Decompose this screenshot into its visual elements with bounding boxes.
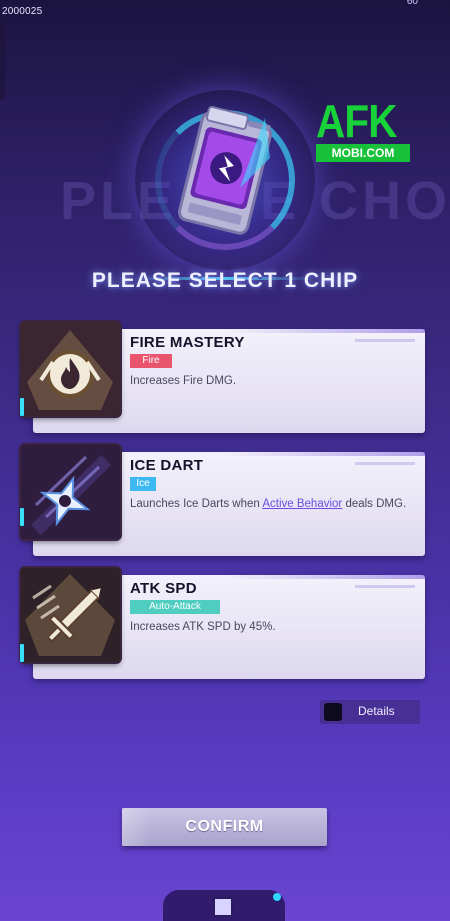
ice-dart-icon-frame[interactable] (21, 445, 120, 539)
chip-tag: Auto-Attack (130, 600, 220, 614)
left-edge-panel (0, 20, 5, 100)
active-behavior-link[interactable]: Active Behavior (262, 498, 342, 510)
selection-indicator (20, 644, 24, 662)
card-stripe (355, 339, 415, 342)
chip-description: Increases Fire DMG. (130, 375, 237, 387)
card-stripe (225, 329, 425, 333)
notification-dot (273, 893, 281, 901)
atk-spd-icon-frame[interactable] (21, 568, 120, 662)
player-id: 2000025 (2, 6, 43, 17)
card-stripe (225, 452, 425, 456)
corner-counter: 60 (406, 0, 418, 7)
details-toggle[interactable]: Details (320, 700, 420, 724)
chip-emblem (115, 80, 335, 280)
chip-icon (177, 105, 273, 235)
afk-logo-word: AFK (316, 95, 397, 147)
chip-name: FIRE MASTERY (130, 334, 245, 351)
chip-name: ICE DART (130, 457, 204, 474)
chip-icon (213, 897, 233, 917)
chip-tag: Fire (130, 354, 172, 368)
chip-description: Launches Ice Darts when Active Behavior … (130, 496, 418, 513)
card-stripe (355, 585, 415, 588)
card-stripe (225, 575, 425, 579)
details-checkbox[interactable] (324, 703, 342, 721)
bottom-chip-tab[interactable] (163, 890, 285, 921)
desc-text: deals DMG. (342, 498, 407, 510)
flame-emblem-icon (21, 322, 120, 416)
afk-logo-sub: MOBI.COM (316, 144, 410, 162)
sword-icon (21, 568, 120, 662)
shuriken-icon (21, 445, 120, 539)
page-title: PLEASE SELECT 1 CHIP (91, 269, 359, 292)
details-label: Details (358, 704, 395, 718)
fire-mastery-icon-frame[interactable] (21, 322, 120, 416)
selection-indicator (20, 398, 24, 416)
card-stripe (355, 462, 415, 465)
chip-tag: Ice (130, 477, 156, 491)
chip-description: Increases ATK SPD by 45%. (130, 621, 276, 633)
chip-name: ATK SPD (130, 580, 197, 597)
desc-text: Launches Ice Darts when (130, 498, 263, 510)
confirm-button[interactable]: CONFIRM (122, 808, 327, 846)
selection-indicator (20, 508, 24, 526)
afk-watermark: AFK MOBI.COM (316, 98, 412, 164)
